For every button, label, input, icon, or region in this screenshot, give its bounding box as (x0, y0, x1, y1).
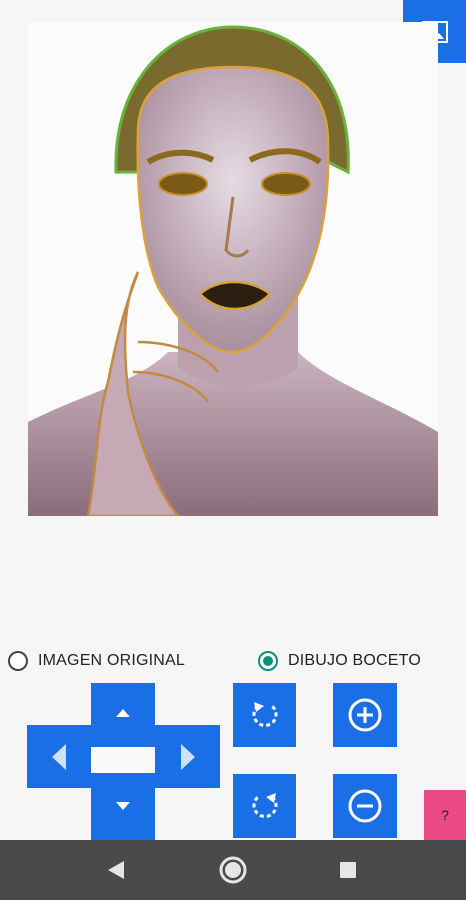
rotate-right-icon (252, 793, 277, 818)
radio-original-image[interactable]: IMAGEN ORIGINAL (8, 651, 185, 671)
arrow-up-icon (116, 709, 130, 717)
arrow-down-icon (116, 802, 130, 810)
rotate-left-button[interactable] (233, 683, 296, 747)
arrow-left-icon (52, 743, 66, 770)
zoom-in-button[interactable] (333, 683, 397, 747)
move-left-button[interactable] (27, 725, 91, 788)
rotate-left-icon (252, 702, 277, 727)
radio-selected-icon (258, 651, 278, 671)
zoom-out-icon (348, 789, 382, 823)
rotate-right-button[interactable] (233, 774, 296, 838)
radio-original-label: IMAGEN ORIGINAL (38, 652, 186, 669)
zoom-in-icon (348, 698, 382, 732)
radio-sketch-drawing[interactable]: DIBUJO BOCETO (258, 651, 421, 671)
image-preview (28, 22, 438, 516)
move-down-button[interactable] (91, 778, 155, 834)
back-icon (108, 861, 124, 879)
move-right-button[interactable] (156, 725, 220, 788)
help-button[interactable]: ? (424, 790, 466, 840)
nav-home-button[interactable] (209, 848, 257, 892)
dpad-center (91, 747, 155, 773)
nav-recents-button[interactable] (324, 852, 372, 888)
zoom-out-button[interactable] (333, 774, 397, 838)
radio-sketch-label: DIBUJO BOCETO (288, 652, 421, 669)
arrow-right-icon (181, 743, 195, 770)
recents-icon (340, 862, 356, 878)
help-label: ? (441, 807, 449, 823)
radio-circle-icon (8, 651, 28, 671)
sketch-portrait (28, 22, 438, 516)
nav-back-button[interactable] (92, 852, 140, 888)
home-icon (219, 856, 247, 884)
move-up-button[interactable] (91, 683, 155, 743)
navigation-bar (0, 840, 466, 900)
